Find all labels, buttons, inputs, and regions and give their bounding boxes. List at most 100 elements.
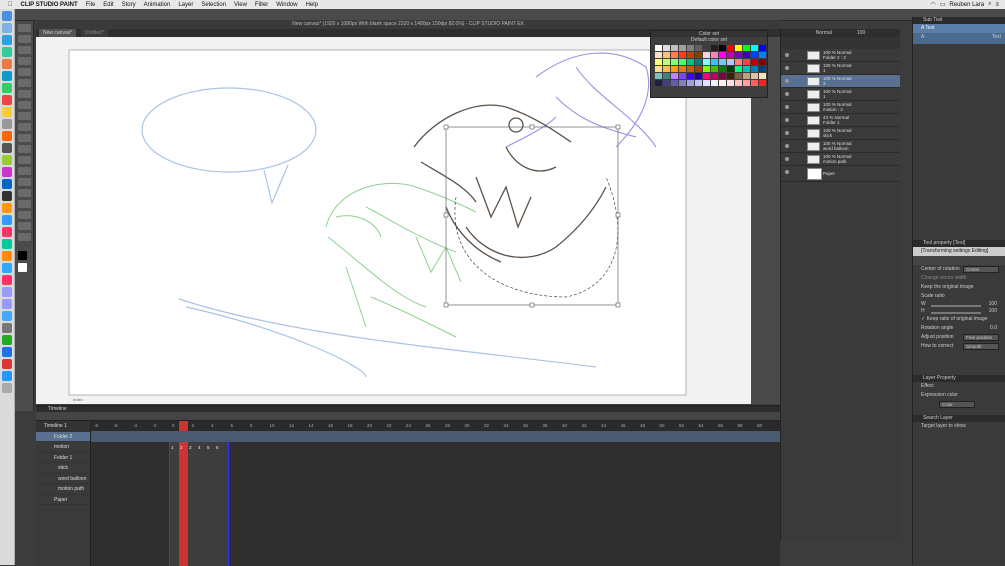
color-swatch[interactable] bbox=[655, 45, 662, 51]
color-swatch[interactable] bbox=[735, 73, 742, 79]
color-swatch[interactable] bbox=[663, 73, 670, 79]
color-swatch[interactable] bbox=[671, 66, 678, 72]
app-icon-orange[interactable] bbox=[2, 131, 12, 141]
layer-row-2[interactable]: 100 % Normal 3 bbox=[781, 75, 900, 88]
color-swatch[interactable] bbox=[695, 66, 702, 72]
frame-cell[interactable]: 5 bbox=[207, 445, 210, 450]
scale-w-row[interactable]: W 100 bbox=[913, 301, 1005, 308]
layer-row-0[interactable]: 100 % Normal Folder 2 : 3 bbox=[781, 49, 900, 62]
menu-window[interactable]: Window bbox=[276, 2, 297, 8]
color-swatch[interactable] bbox=[711, 45, 718, 51]
color-swatch[interactable] bbox=[735, 59, 742, 65]
layer-row-7[interactable]: 100 % Normal word balloon bbox=[781, 140, 900, 153]
visibility-eye-icon[interactable] bbox=[785, 66, 789, 70]
color-swatch[interactable] bbox=[751, 59, 758, 65]
eyedropper-tool-icon[interactable] bbox=[18, 68, 31, 76]
premiere-icon[interactable] bbox=[2, 287, 12, 297]
color-swatch[interactable] bbox=[759, 80, 766, 86]
search-icon[interactable]: ⌕ bbox=[988, 1, 991, 8]
color-swatch[interactable] bbox=[679, 59, 686, 65]
menu-edit[interactable]: Edit bbox=[103, 2, 113, 8]
color-swatch[interactable] bbox=[687, 80, 694, 86]
canvas-drawing[interactable]: Index bbox=[36, 37, 751, 404]
layer-row-3[interactable]: 100 % Normal 1 bbox=[781, 88, 900, 101]
app-icon-cyan[interactable] bbox=[2, 311, 12, 321]
color-swatch[interactable] bbox=[671, 80, 678, 86]
color-swatch[interactable] bbox=[679, 52, 686, 58]
frame-cell[interactable]: 3 bbox=[189, 445, 192, 450]
pen-tool-icon[interactable] bbox=[18, 79, 31, 87]
color-swatch[interactable] bbox=[751, 45, 758, 51]
app-icon-green[interactable] bbox=[2, 155, 12, 165]
menu-app-name[interactable]: CLIP STUDIO PAINT bbox=[21, 2, 78, 8]
color-swatch[interactable] bbox=[687, 45, 694, 51]
color-swatch[interactable] bbox=[735, 45, 742, 51]
fill-tool-icon[interactable] bbox=[18, 156, 31, 164]
app-icon-red[interactable] bbox=[2, 359, 12, 369]
color-swatch[interactable] bbox=[743, 59, 750, 65]
color-swatch[interactable] bbox=[687, 59, 694, 65]
visibility-eye-icon[interactable] bbox=[785, 92, 789, 96]
color-swatch[interactable] bbox=[743, 66, 750, 72]
playhead[interactable] bbox=[179, 421, 188, 566]
color-swatch[interactable] bbox=[719, 73, 726, 79]
color-swatch[interactable] bbox=[655, 80, 662, 86]
blend-mode-select[interactable]: Normal bbox=[816, 30, 832, 36]
color-swatch[interactable] bbox=[719, 66, 726, 72]
timeline-name[interactable]: Timeline 1 bbox=[36, 421, 90, 432]
ruler-tool-icon[interactable] bbox=[18, 200, 31, 208]
color-swatch[interactable] bbox=[727, 66, 734, 72]
frame-cell[interactable]: 1 bbox=[171, 445, 174, 450]
color-swatch[interactable] bbox=[655, 73, 662, 79]
itunes-icon[interactable] bbox=[2, 227, 12, 237]
finder-icon[interactable] bbox=[2, 11, 12, 21]
handle-bottom-left[interactable] bbox=[443, 302, 449, 308]
color-swatch[interactable] bbox=[711, 73, 718, 79]
blend-tool-icon[interactable] bbox=[18, 145, 31, 153]
color-swatch[interactable] bbox=[735, 80, 742, 86]
color-swatch[interactable] bbox=[703, 45, 710, 51]
app-icon-lime[interactable] bbox=[2, 335, 12, 345]
scale-h-value[interactable]: 100 bbox=[989, 308, 997, 315]
visibility-eye-icon[interactable] bbox=[785, 157, 789, 161]
wifi-icon[interactable]: ◠ bbox=[930, 1, 935, 8]
color-swatch[interactable] bbox=[711, 59, 718, 65]
handle-top-right[interactable] bbox=[615, 124, 621, 130]
color-swatch[interactable] bbox=[751, 73, 758, 79]
menu-selection[interactable]: Selection bbox=[201, 2, 226, 8]
apple-icon[interactable]:  bbox=[8, 2, 13, 8]
color-swatch[interactable] bbox=[655, 59, 662, 65]
color-swatch[interactable] bbox=[719, 59, 726, 65]
color-swatch[interactable] bbox=[743, 80, 750, 86]
color-swatch[interactable] bbox=[751, 66, 758, 72]
track-motion-path[interactable]: motion path bbox=[36, 484, 90, 495]
color-swatch[interactable] bbox=[751, 52, 758, 58]
color-swatch[interactable] bbox=[735, 66, 742, 72]
frame-cell[interactable]: 4 bbox=[198, 445, 201, 450]
move-tool-icon[interactable] bbox=[18, 24, 31, 32]
app-icon-blue[interactable] bbox=[2, 179, 12, 189]
scale-h-slider[interactable] bbox=[931, 312, 981, 314]
indesign-icon[interactable] bbox=[2, 275, 12, 285]
color-swatch[interactable] bbox=[655, 66, 662, 72]
color-swatch[interactable] bbox=[663, 52, 670, 58]
sub-tool-text-2[interactable]: A Text bbox=[913, 33, 1005, 44]
main-color-swatch[interactable] bbox=[18, 251, 27, 260]
lasso-tool-icon[interactable] bbox=[18, 57, 31, 65]
settings-icon[interactable] bbox=[2, 119, 12, 129]
color-swatch[interactable] bbox=[727, 52, 734, 58]
app-icon-sky[interactable] bbox=[2, 215, 12, 225]
menu-animation[interactable]: Animation bbox=[144, 2, 171, 8]
frame-cell[interactable]: 6 bbox=[216, 445, 219, 450]
illustrator-icon[interactable] bbox=[2, 251, 12, 261]
handle-top-center[interactable] bbox=[529, 124, 535, 130]
safari-icon[interactable] bbox=[2, 35, 12, 45]
airbrush-tool-icon[interactable] bbox=[18, 112, 31, 120]
color-swatch[interactable] bbox=[679, 66, 686, 72]
color-swatch[interactable] bbox=[679, 80, 686, 86]
target-layer-row[interactable]: Target layer to show bbox=[913, 422, 1005, 431]
color-swatch[interactable] bbox=[759, 52, 766, 58]
skype-icon[interactable] bbox=[2, 71, 12, 81]
color-swatch[interactable] bbox=[663, 66, 670, 72]
handle-bottom-center[interactable] bbox=[529, 302, 535, 308]
